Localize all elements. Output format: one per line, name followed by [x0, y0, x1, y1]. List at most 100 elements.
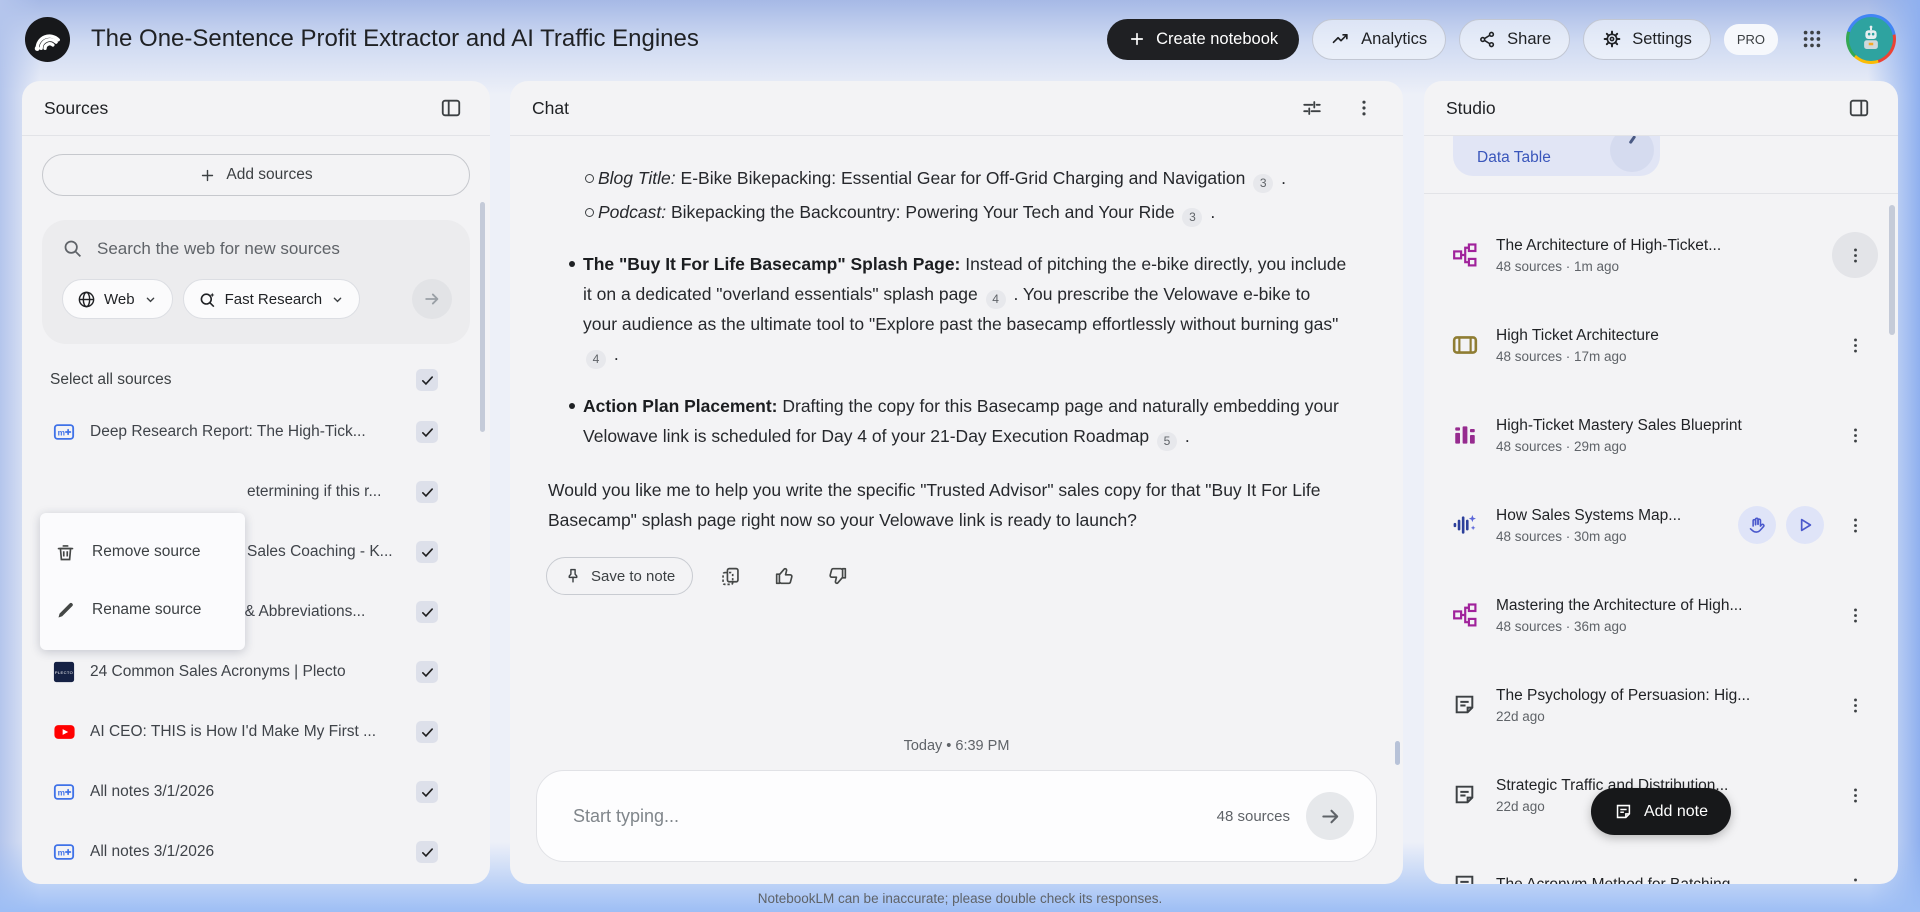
save-to-note-button[interactable]: Save to note: [546, 557, 694, 595]
artifact-text: How Sales Systems Map... 48 sources · 30m…: [1496, 507, 1738, 544]
research-mode-dropdown[interactable]: Fast Research: [182, 279, 361, 319]
artifact-quick-actions: [1738, 506, 1824, 544]
chat-bullet-item: Podcast: Bikepacking the Backcountry: Po…: [540, 197, 1347, 227]
notebooklm-logo-icon[interactable]: [24, 16, 71, 63]
note-artifact-icon: [1452, 692, 1478, 718]
note-blue-source-icon: m: [53, 421, 75, 443]
artifact-meta: 48 sources · 29m ago: [1496, 438, 1627, 454]
create-notebook-button[interactable]: Create notebook: [1107, 18, 1300, 60]
copy-icon[interactable]: [713, 559, 747, 593]
select-all-checkbox[interactable]: [416, 369, 438, 391]
artifact-meta: 48 sources · 30m ago: [1496, 528, 1627, 544]
studio-artifact-row[interactable]: How Sales Systems Map... 48 sources · 30m…: [1424, 480, 1898, 570]
source-list-item[interactable]: m All notes 3/1/2026: [42, 822, 470, 882]
source-title: Deep Research Report: The High-Tick...: [90, 423, 366, 440]
artifact-more-options-icon[interactable]: [1832, 682, 1878, 728]
artifact-more-options-icon[interactable]: [1832, 322, 1878, 368]
source-checkbox[interactable]: [416, 481, 438, 503]
source-list-item[interactable]: m All notes 3/1/2026: [42, 762, 470, 822]
notebooklm-app: The One-Sentence Profit Extractor and AI…: [0, 0, 1920, 912]
analytics-button[interactable]: Analytics: [1312, 18, 1447, 60]
studio-artifact-row[interactable]: High-Ticket Mastery Sales Blueprint 48 so…: [1424, 390, 1898, 480]
artifact-more-options-icon[interactable]: [1832, 772, 1878, 818]
pin-icon: [564, 567, 582, 585]
trending-up-icon: [1331, 29, 1351, 49]
submit-search-button[interactable]: [412, 279, 452, 319]
chat-text-segment: .: [1276, 168, 1286, 188]
chat-panel-title: Chat: [532, 97, 569, 118]
source-checkbox[interactable]: [416, 721, 438, 743]
source-checkbox[interactable]: [416, 841, 438, 863]
chat-timestamp: Today • 6:39 PM: [903, 738, 1010, 754]
citation-chip[interactable]: 3: [1182, 207, 1203, 227]
add-note-button[interactable]: Add note: [1590, 788, 1732, 835]
send-message-button[interactable]: [1306, 792, 1354, 840]
source-checkbox[interactable]: [416, 601, 438, 623]
thumbs-up-icon[interactable]: [767, 559, 801, 593]
plecto-source-icon: PLECTO: [53, 661, 75, 683]
artifact-title: The Psychology of Persuasion: Hig...: [1496, 686, 1751, 704]
data-table-chip-action-icon[interactable]: [1610, 136, 1654, 172]
artifact-title: High Ticket Architecture: [1496, 326, 1659, 344]
app-header: The One-Sentence Profit Extractor and AI…: [0, 0, 1920, 78]
source-list-item[interactable]: AI CEO: THIS is How I'd Make My First ..…: [42, 702, 470, 762]
play-button[interactable]: [1786, 506, 1824, 544]
thumbs-down-icon[interactable]: [821, 559, 855, 593]
apps-grid-icon[interactable]: [1791, 18, 1833, 60]
chat-input-box[interactable]: Start typing... 48 sources: [536, 770, 1377, 862]
remove-source-menu-item[interactable]: Remove source: [40, 523, 245, 581]
mindmap-artifact-icon: [1452, 602, 1478, 628]
citation-chip[interactable]: 4: [985, 289, 1006, 309]
share-button[interactable]: Share: [1459, 18, 1571, 60]
collapse-studio-panel-icon[interactable]: [1842, 91, 1876, 125]
citation-chip[interactable]: 4: [586, 349, 606, 369]
settings-button[interactable]: Settings: [1583, 18, 1711, 60]
source-checkbox[interactable]: [416, 541, 438, 563]
rename-source-menu-item[interactable]: Rename source: [40, 581, 245, 639]
artifact-more-options-icon[interactable]: [1832, 502, 1878, 548]
studio-scrollbar[interactable]: [1889, 205, 1895, 335]
citation-chip[interactable]: 5: [1157, 431, 1177, 451]
sources-scrollbar[interactable]: [480, 202, 485, 432]
artifact-title: The Acronym Method for Batching...: [1496, 876, 1832, 884]
source-list-item[interactable]: PLECTO 24 Common Sales Acronyms | Plecto: [42, 642, 470, 702]
note-icon: [1614, 802, 1633, 821]
collapse-sources-panel-icon[interactable]: [434, 91, 468, 125]
source-checkbox[interactable]: [416, 781, 438, 803]
chat-text-segment: The "Buy It For Life Basecamp" Splash Pa…: [583, 254, 961, 274]
notebook-title[interactable]: The One-Sentence Profit Extractor and AI…: [91, 25, 699, 53]
studio-artifact-row[interactable]: The Acronym Method for Batching...: [1424, 840, 1898, 884]
source-list-item[interactable]: m Deep Research Report: The High-Tick...: [42, 402, 470, 462]
barchart-artifact-icon: [1452, 422, 1478, 448]
studio-artifact-row[interactable]: The Psychology of Persuasion: Hig... 22d …: [1424, 660, 1898, 750]
source-checkbox[interactable]: [416, 661, 438, 683]
chat-scrollbar[interactable]: [1395, 741, 1400, 765]
artifact-more-options-icon[interactable]: [1832, 592, 1878, 638]
chat-more-options-icon[interactable]: [1347, 91, 1381, 125]
studio-artifact-row[interactable]: Mastering the Architecture of High... 48 …: [1424, 570, 1898, 660]
search-input[interactable]: Search the web for new sources: [97, 239, 340, 259]
sources-panel: Sources Add sources Search the web for n…: [22, 81, 490, 884]
interactive-mode-button[interactable]: [1738, 506, 1776, 544]
studio-artifact-row[interactable]: The Architecture of High-Ticket... 48 sou…: [1424, 210, 1898, 300]
data-table-chip-label: Data Table: [1477, 149, 1551, 166]
artifact-more-options-icon[interactable]: [1832, 412, 1878, 458]
chat-text-segment: Podcast:: [598, 202, 667, 222]
studio-artifact-row[interactable]: High Ticket Architecture 48 sources · 17m…: [1424, 300, 1898, 390]
artifact-more-options-icon[interactable]: [1832, 232, 1878, 278]
youtube-source-icon: [53, 721, 75, 743]
select-all-sources-label: Select all sources: [50, 371, 172, 388]
chat-bullet-item: The "Buy It For Life Basecamp" Splash Pa…: [540, 249, 1347, 369]
artifact-more-options-icon[interactable]: [1832, 862, 1878, 884]
chat-input-placeholder[interactable]: Start typing...: [573, 806, 679, 827]
chat-bullet-item: Blog Title: E-Bike Bikepacking: Essentia…: [540, 163, 1347, 193]
add-sources-button[interactable]: Add sources: [42, 154, 470, 196]
user-avatar[interactable]: [1846, 14, 1896, 64]
chevron-down-icon: [143, 292, 158, 307]
data-table-chip[interactable]: Data Table: [1453, 136, 1660, 176]
web-filter-dropdown[interactable]: Web: [62, 279, 173, 319]
note-artifact-icon: [1452, 782, 1478, 808]
chat-settings-icon[interactable]: [1295, 91, 1329, 125]
source-checkbox[interactable]: [416, 421, 438, 443]
citation-chip[interactable]: 3: [1253, 173, 1274, 193]
